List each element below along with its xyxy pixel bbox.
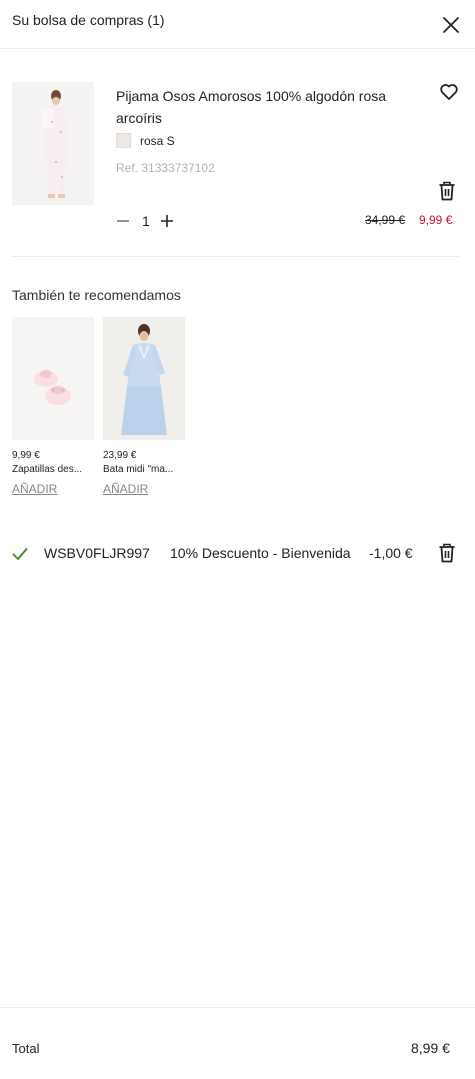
product-ref: Ref. 31333737102 <box>116 161 215 175</box>
heart-icon[interactable] <box>439 82 459 102</box>
product-variant: rosa S <box>140 134 175 148</box>
recommendations-title: También te recomendamos <box>12 287 181 303</box>
total-label: Total <box>12 1041 40 1056</box>
recommendation-price: 9,99 € <box>12 450 40 461</box>
quantity-stepper: 1 <box>116 210 174 232</box>
recommendation-card: 9,99 € Zapatillas des... AÑADIR <box>12 317 94 498</box>
product-name[interactable]: Pijama Osos Amorosos 100% algodón rosa a… <box>116 85 406 129</box>
sale-price: 9,99 € <box>419 213 453 227</box>
plus-icon[interactable] <box>160 214 174 228</box>
recommendation-card: 23,99 € Bata midi "ma... AÑADIR <box>103 317 185 498</box>
minus-icon[interactable] <box>116 214 130 228</box>
cart-item: Pijama Osos Amorosos 100% algodón rosa a… <box>0 80 475 257</box>
check-icon <box>12 548 28 560</box>
recommendation-name[interactable]: Bata midi "ma... <box>103 464 185 475</box>
color-swatch <box>116 133 131 148</box>
total-amount: 8,99 € <box>411 1040 450 1056</box>
close-icon[interactable] <box>441 15 461 35</box>
trash-icon[interactable] <box>438 181 456 201</box>
cart-footer: Total 8,99 € <box>0 1007 475 1079</box>
add-button[interactable]: AÑADIR <box>12 482 57 496</box>
cart-title: Su bolsa de compras (1) <box>12 12 165 28</box>
promo-description: 10% Descuento - Bienvenida <box>170 545 351 561</box>
recommendation-price: 23,99 € <box>103 450 137 461</box>
promo-amount: -1,00 € <box>369 545 413 561</box>
recommendation-name[interactable]: Zapatillas des... <box>12 464 94 475</box>
original-price: 34,99 € <box>365 213 406 227</box>
recommendation-image[interactable] <box>12 317 94 440</box>
trash-icon[interactable] <box>438 543 456 563</box>
cart-header: Su bolsa de compras (1) <box>0 0 475 49</box>
recommendation-image[interactable] <box>103 317 185 440</box>
quantity-value: 1 <box>142 213 150 229</box>
promo-row: WSBV0FLJR997 10% Descuento - Bienvenida … <box>0 543 475 567</box>
product-image[interactable] <box>12 82 94 205</box>
promo-code: WSBV0FLJR997 <box>44 545 150 561</box>
divider <box>12 256 459 257</box>
add-button[interactable]: AÑADIR <box>103 482 148 496</box>
